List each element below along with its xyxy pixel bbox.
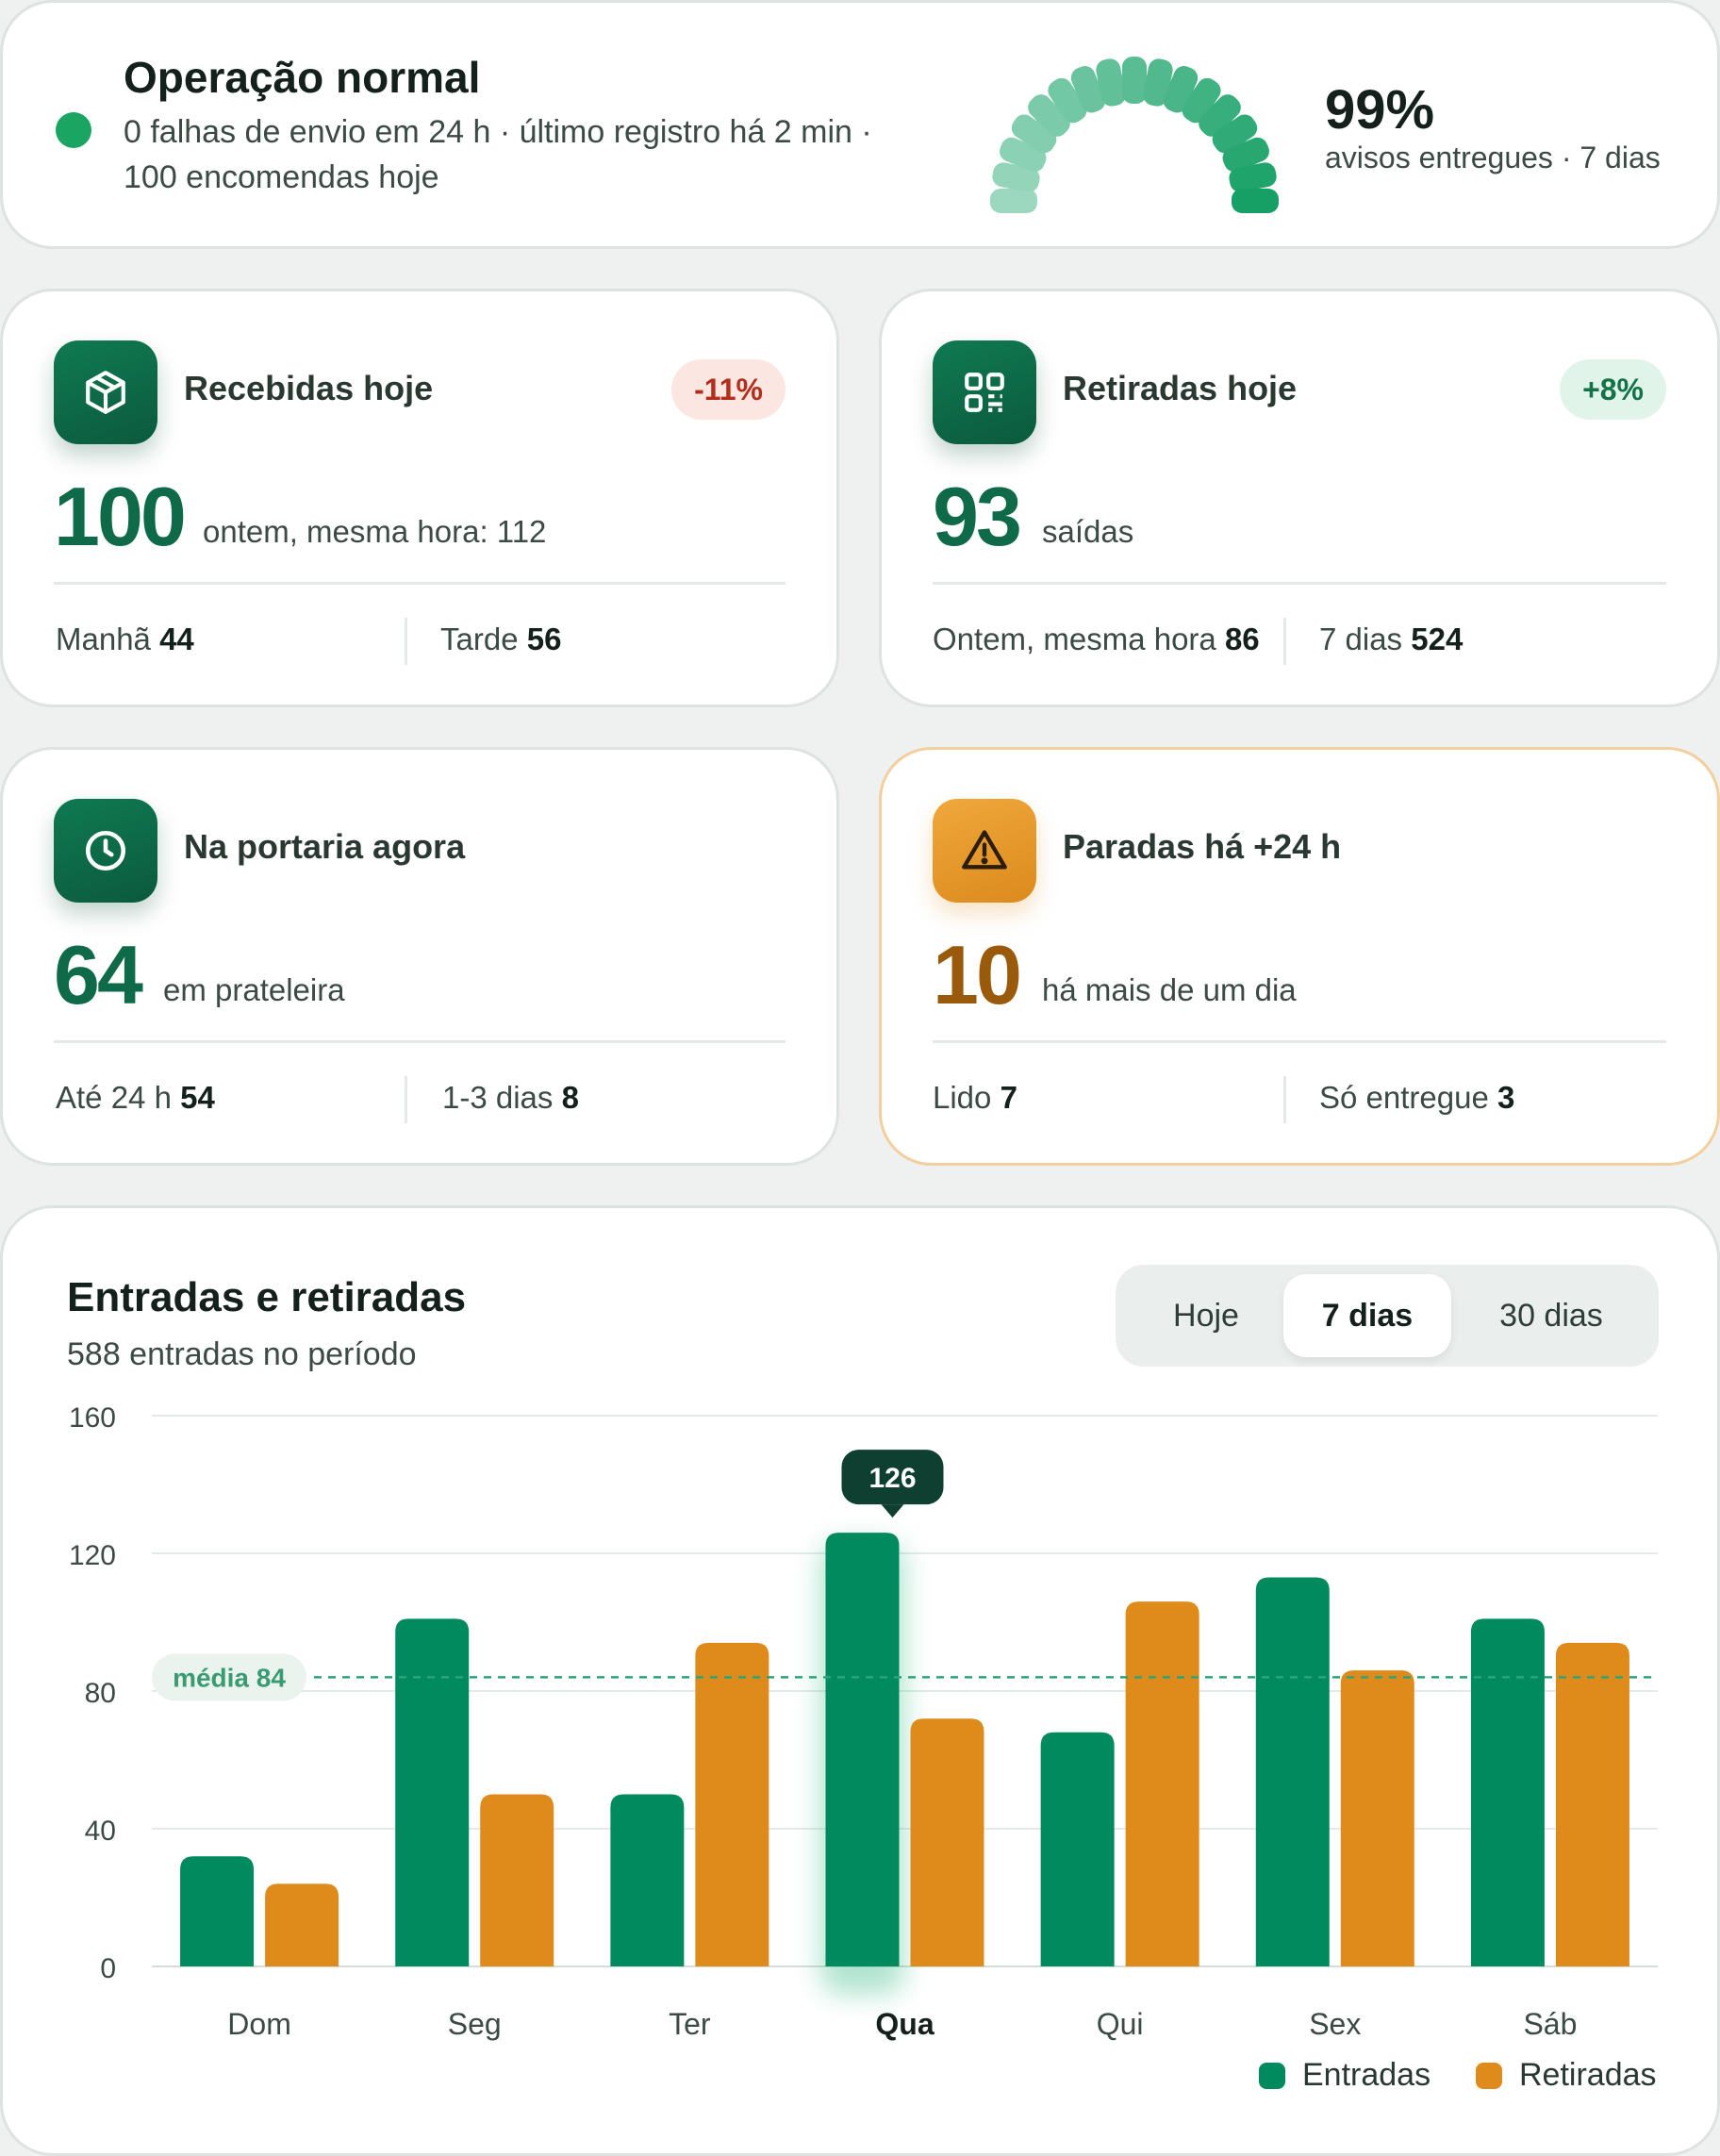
- y-tick-label: 120: [69, 1540, 116, 1571]
- warning-icon: [933, 799, 1036, 903]
- clock-icon: [54, 799, 157, 903]
- gauge-segment: [990, 189, 1037, 213]
- bar-retiradas-seg[interactable]: [480, 1794, 554, 1967]
- kpi-title: Na portaria agora: [184, 827, 466, 866]
- x-tick-label: Sex: [1309, 2007, 1361, 2041]
- bar-retiradas-qui[interactable]: [1125, 1601, 1199, 1966]
- bar-retiradas-sáb[interactable]: [1555, 1642, 1629, 1966]
- chart-card: 0 40 80 120 160 Dom Seg Ter Qua 126 Qui Sex Sáb média…: [0, 1205, 1720, 2156]
- bar-entradas-qua[interactable]: [825, 1533, 900, 1966]
- gauge-value: 99%: [1325, 79, 1435, 141]
- status-details-orders: 100 encomendas hoje: [124, 159, 439, 195]
- qr-code-icon: [933, 340, 1036, 444]
- bar-entradas-sáb[interactable]: [1470, 1618, 1545, 1966]
- range-option-30-days[interactable]: 30 dias: [1457, 1274, 1646, 1357]
- kpi-breakdown-1-3-days: 1-3 dias 8: [442, 1080, 579, 1115]
- y-tick-label: 80: [85, 1678, 116, 1709]
- trend-badge: +8%: [1560, 359, 1666, 420]
- y-tick-label: 40: [85, 1816, 116, 1847]
- kpi-value: 64: [54, 928, 143, 1021]
- divider: [1283, 1076, 1286, 1123]
- legend-label: Entradas: [1302, 2057, 1431, 2093]
- status-title: Operação normal: [124, 53, 481, 102]
- kpi-caption: há mais de um dia: [1042, 972, 1297, 1007]
- x-tick-label: Dom: [227, 2007, 291, 2041]
- delivery-gauge: [990, 57, 1279, 213]
- legend-swatch: [1476, 2062, 1502, 2089]
- bar-entradas-seg[interactable]: [395, 1618, 470, 1966]
- kpi-breakdown-24h: Até 24 h 54: [56, 1080, 215, 1115]
- range-option-7-days[interactable]: 7 dias: [1283, 1274, 1451, 1357]
- divider: [54, 1040, 786, 1043]
- range-option-today[interactable]: Hoje: [1125, 1274, 1287, 1357]
- divider: [1283, 618, 1286, 665]
- kpi-breakdown-delivered-only: Só entregue 3: [1319, 1080, 1515, 1115]
- kpi-caption: ontem, mesma hora: 112: [203, 514, 547, 549]
- chart-subtitle: 588 entradas no período: [67, 1336, 417, 1372]
- bar-entradas-dom[interactable]: [180, 1856, 255, 1966]
- kpi-card-stalled[interactable]: Paradas há +24 h 10 há mais de um dia Li…: [879, 747, 1720, 1166]
- kpi-breakdown-yesterday: Ontem, mesma hora 86: [933, 622, 1260, 656]
- package-icon: [54, 340, 157, 444]
- status-dot-icon: [56, 112, 91, 148]
- kpi-breakdown-afternoon: Tarde 56: [440, 622, 562, 656]
- status-card: Operação normal 0 falhas de envio em 24 …: [0, 0, 1720, 249]
- range-selector: Hoje 7 dias 30 dias: [1116, 1265, 1659, 1367]
- bar-retiradas-qua[interactable]: [910, 1718, 984, 1966]
- gauge-segment: [1122, 57, 1147, 104]
- divider: [933, 1040, 1666, 1043]
- kpi-breakdown-7-days: 7 dias 524: [1319, 622, 1464, 656]
- bar-retiradas-sex[interactable]: [1340, 1670, 1414, 1966]
- tooltip-value: 126: [868, 1463, 916, 1494]
- kpi-title: Retiradas hoje: [1063, 369, 1298, 407]
- trend-badge: -11%: [671, 359, 786, 420]
- kpi-caption: saídas: [1042, 514, 1134, 549]
- divider: [405, 618, 407, 665]
- status-details: 0 falhas de envio em 24 h · último regis…: [124, 114, 872, 150]
- bar-entradas-sex[interactable]: [1255, 1577, 1330, 1966]
- gauge-label: avisos entregues · 7 dias: [1325, 141, 1661, 174]
- chart-title: Entradas e retiradas: [67, 1274, 467, 1320]
- kpi-card-at-desk[interactable]: Na portaria agora 64 em prateleira Até 2…: [0, 747, 839, 1166]
- average-label: média 84: [173, 1663, 286, 1692]
- y-tick-label: 0: [100, 1953, 116, 1984]
- bar-entradas-qui[interactable]: [1040, 1732, 1115, 1966]
- kpi-breakdown-read: Lido 7: [933, 1080, 1017, 1115]
- legend-item-retiradas: Retiradas: [1476, 2057, 1657, 2094]
- kpi-title: Recebidas hoje: [184, 369, 434, 407]
- legend-item-entradas: Entradas: [1259, 2057, 1431, 2094]
- bar-entradas-ter[interactable]: [610, 1794, 685, 1967]
- x-tick-label: Qua: [875, 2007, 934, 2041]
- bar-retiradas-ter[interactable]: [695, 1642, 769, 1966]
- y-tick-label: 160: [69, 1402, 116, 1434]
- divider: [933, 582, 1666, 585]
- kpi-breakdown-morning: Manhã 44: [56, 622, 194, 656]
- kpi-caption: em prateleira: [163, 972, 345, 1007]
- value-tooltip: 126: [841, 1450, 944, 1518]
- kpi-value: 93: [933, 470, 1022, 563]
- kpi-value: 10: [933, 928, 1022, 1021]
- divider: [54, 582, 786, 585]
- kpi-card-received[interactable]: Recebidas hoje -11% 100 ontem, mesma hor…: [0, 289, 839, 707]
- gauge-segment: [1232, 189, 1279, 213]
- kpi-value: 100: [54, 470, 187, 563]
- divider: [405, 1076, 407, 1123]
- x-tick-label: Qui: [1097, 2007, 1144, 2041]
- x-tick-label: Ter: [669, 2007, 711, 2041]
- x-tick-label: Seg: [448, 2007, 502, 2041]
- kpi-card-picked-up[interactable]: Retiradas hoje +8% 93 saídas Ontem, mesm…: [879, 289, 1720, 707]
- legend-label: Retiradas: [1519, 2057, 1657, 2093]
- kpi-title: Paradas há +24 h: [1063, 827, 1342, 866]
- legend-swatch: [1259, 2062, 1285, 2089]
- bar-retiradas-dom[interactable]: [265, 1883, 339, 1966]
- x-tick-label: Sáb: [1523, 2007, 1577, 2041]
